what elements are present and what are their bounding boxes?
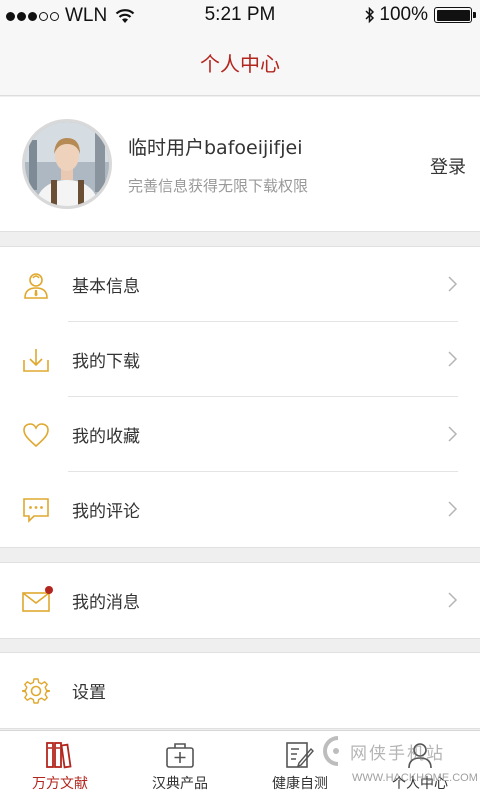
menu-item-label: 我的下载 (72, 352, 140, 372)
person-icon (24, 273, 48, 299)
menu-item-basic-info[interactable]: 基本信息 (0, 247, 480, 322)
chevron-right-icon (448, 592, 458, 608)
books-icon (46, 742, 72, 769)
menu-item-label: 设置 (72, 683, 106, 703)
username: 临时用户bafoeijifjei (128, 137, 303, 159)
menu-item-messages[interactable]: 我的消息 (0, 563, 480, 638)
menu-item-label: 基本信息 (72, 277, 140, 297)
download-icon (23, 349, 49, 372)
tab-wanfang-literature[interactable]: 万方文献 (0, 731, 120, 800)
watermark-logo-icon (323, 736, 339, 766)
heart-icon (23, 423, 49, 448)
tab-handian-products[interactable]: 汉典产品 (120, 731, 240, 800)
menu-group-messages: 我的消息 (0, 562, 480, 639)
status-bar: WLN 5:21 PM 100% (0, 0, 480, 30)
menu-group-account: 基本信息 我的下载 我的收藏 我的评论 (0, 246, 480, 548)
chevron-right-icon (448, 276, 458, 292)
page-title: 个人中心 (200, 52, 280, 76)
menu-item-label: 我的消息 (72, 593, 140, 613)
gear-icon (22, 678, 50, 704)
comment-icon (23, 498, 49, 523)
profile-card[interactable]: 临时用户bafoeijifjei 完善信息获得无限下载权限 登录 (0, 97, 480, 232)
tab-label: 万方文献 (32, 776, 88, 792)
watermark-name: 网侠手机站 (350, 743, 445, 764)
edit-icon (286, 742, 314, 768)
battery-area: 100% (365, 4, 476, 26)
profile-subtitle: 完善信息获得无限下载权限 (128, 177, 309, 195)
watermark-url: WWW.HACKHOME.COM (352, 772, 478, 784)
battery-icon (434, 7, 476, 23)
tab-label: 汉典产品 (152, 776, 208, 792)
menu-item-comments[interactable]: 我的评论 (0, 472, 480, 547)
menu-item-label: 我的评论 (72, 502, 140, 522)
navigation-bar: 个人中心 (0, 30, 480, 96)
medkit-icon (166, 743, 194, 768)
tab-label: 健康自测 (272, 776, 328, 792)
chevron-right-icon (448, 351, 458, 367)
menu-item-downloads[interactable]: 我的下载 (0, 322, 480, 397)
menu-item-favorites[interactable]: 我的收藏 (0, 397, 480, 472)
bluetooth-icon (365, 6, 375, 24)
battery-percent: 100% (379, 4, 428, 25)
login-button[interactable]: 登录 (430, 153, 466, 179)
unread-badge (45, 586, 53, 594)
watermark: 网侠手机站 (318, 734, 445, 768)
avatar[interactable] (22, 119, 112, 209)
menu-item-label: 我的收藏 (72, 427, 140, 447)
menu-item-settings[interactable]: 设置 (0, 653, 480, 728)
chevron-right-icon (448, 501, 458, 517)
mail-icon (22, 586, 53, 612)
menu-group-settings: 设置 (0, 652, 480, 729)
chevron-right-icon (448, 426, 458, 442)
